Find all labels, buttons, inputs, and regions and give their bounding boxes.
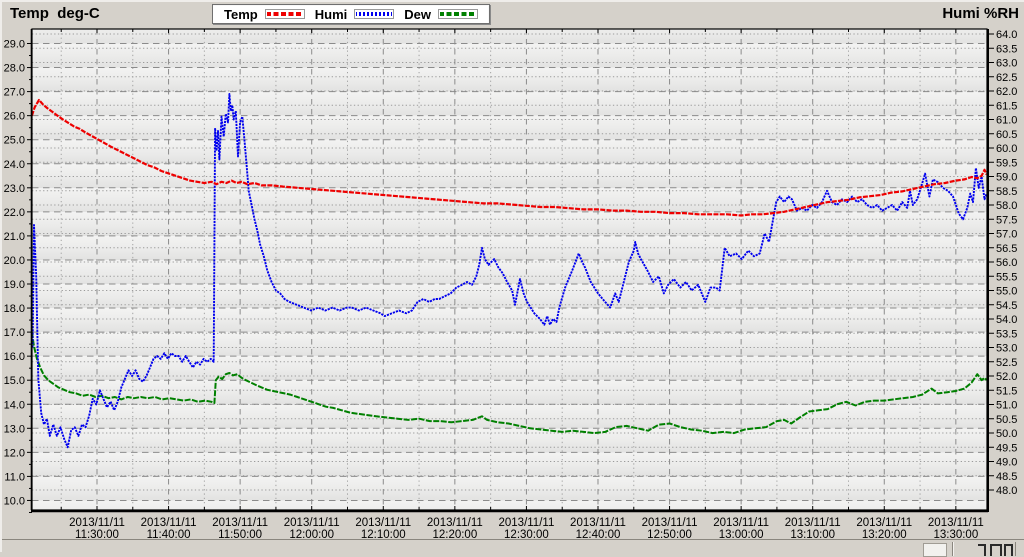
left-axis-tick-label: 26.0 <box>4 111 25 123</box>
statusbar-divider <box>1015 542 1016 556</box>
left-axis-tick-label: 20.0 <box>4 255 25 267</box>
right-axis-tick-label: 60.5 <box>996 129 1017 141</box>
left-axis-tick-label: 27.0 <box>4 87 25 99</box>
right-axis-tick-label: 49.0 <box>996 457 1017 469</box>
right-axis-tick-label: 59.5 <box>996 157 1017 169</box>
right-axis-tick-label: 51.5 <box>996 385 1017 397</box>
x-axis-date-label: 2013/11/11 <box>284 517 340 529</box>
right-axis-tick-label: 62.0 <box>996 86 1017 98</box>
left-axis-tick-label: 12.0 <box>4 447 25 459</box>
left-axis-tick-label: 23.0 <box>4 183 25 195</box>
right-axis-tick-label: 58.0 <box>996 200 1017 212</box>
x-axis-date-label: 2013/11/11 <box>570 517 626 529</box>
x-axis-date-label: 2013/11/11 <box>713 517 769 529</box>
right-axis-tick-label: 61.5 <box>996 100 1017 112</box>
right-axis-tick-label: 53.0 <box>996 343 1017 355</box>
chart-canvas: 29.0 28.0 27.0 26.0 25.0 24.0 23.0 22.0 21.0 20.0… <box>2 2 1024 554</box>
right-axis-tick-label: 54.0 <box>996 314 1017 326</box>
right-axis-tick-label: 55.0 <box>996 286 1017 298</box>
x-axis-date-label: 2013/11/11 <box>212 517 268 529</box>
x-axis-date-label: 2013/11/11 <box>856 517 912 529</box>
left-axis-tick-label: 18.0 <box>4 303 25 315</box>
right-axis-tick-label: 63.0 <box>996 58 1017 70</box>
left-axis-tick-label: 21.0 <box>4 231 25 243</box>
right-axis-tick-label: 54.5 <box>996 300 1017 312</box>
right-axis-tick-label: 57.0 <box>996 229 1017 241</box>
right-axis-tick-label: 50.5 <box>996 414 1017 426</box>
statusbar-divider <box>952 542 954 556</box>
left-axis-tick-label: 13.0 <box>4 423 25 435</box>
right-axis-tick-label: 64.0 <box>996 29 1017 41</box>
x-axis-date-label: 2013/11/11 <box>642 517 698 529</box>
right-axis-tick-label: 49.5 <box>996 442 1017 454</box>
right-axis-tick-label: 61.0 <box>996 115 1017 127</box>
statusbar <box>2 541 1024 554</box>
right-axis-tick-label: 56.5 <box>996 243 1017 255</box>
left-axis-tick-label: 19.0 <box>4 279 25 291</box>
left-axis-tick-label: 17.0 <box>4 327 25 339</box>
left-axis-tick-label: 14.0 <box>4 399 25 411</box>
left-axis-tick-label: 15.0 <box>4 375 25 387</box>
plot-background <box>32 29 987 510</box>
x-axis-date-label: 2013/11/11 <box>498 517 554 529</box>
right-axis-tick-label: 52.5 <box>996 357 1017 369</box>
right-axis-tick-label: 60.0 <box>996 143 1017 155</box>
left-axis-tick-label: 11.0 <box>4 471 25 483</box>
statusbar-clipped-icon[interactable] <box>978 544 986 556</box>
x-axis-date-label: 2013/11/11 <box>785 517 841 529</box>
x-axis-date-label: 2013/11/11 <box>355 517 411 529</box>
right-axis-tick-label: 55.5 <box>996 271 1017 283</box>
left-axis-tick-label: 10.0 <box>4 495 25 507</box>
right-axis-tick-label: 57.5 <box>996 214 1017 226</box>
right-axis-tick-label: 59.0 <box>996 172 1017 184</box>
right-axis-tick-label: 63.5 <box>996 43 1017 55</box>
statusbar-clipped-icon[interactable] <box>990 544 1002 556</box>
left-axis-tick-label: 25.0 <box>4 135 25 147</box>
right-axis-tick-label: 52.0 <box>996 371 1017 383</box>
x-axis-date-label: 2013/11/11 <box>427 517 483 529</box>
left-axis-tick-label: 22.0 <box>4 207 25 219</box>
left-axis-tick-label: 16.0 <box>4 351 25 363</box>
right-axis-tick-label: 48.0 <box>996 485 1017 497</box>
left-axis-tick-label: 28.0 <box>4 63 25 75</box>
right-axis-tick-label: 51.0 <box>996 400 1017 412</box>
x-axis-date-label: 2013/11/11 <box>141 517 197 529</box>
x-axis-date-label: 2013/11/11 <box>69 517 125 529</box>
right-axis-tick-label: 62.5 <box>996 72 1017 84</box>
right-axis-tick-label: 53.5 <box>996 328 1017 340</box>
left-axis-tick-label: 24.0 <box>4 159 25 171</box>
statusbar-clipped-icon[interactable] <box>1004 544 1013 556</box>
right-axis-tick-label: 58.5 <box>996 186 1017 198</box>
statusbar-scroll-fragment[interactable] <box>923 543 947 557</box>
right-axis-tick-label: 50.0 <box>996 428 1017 440</box>
right-axis-tick-label: 56.0 <box>996 257 1017 269</box>
x-axis-date-label: 2013/11/11 <box>928 517 984 529</box>
chart-window: Temp deg-C Temp Humi Dew Humi %RH 29.028… <box>0 0 1024 552</box>
left-axis-tick-label: 29.0 <box>4 39 25 51</box>
right-axis-tick-label: 48.5 <box>996 471 1017 483</box>
